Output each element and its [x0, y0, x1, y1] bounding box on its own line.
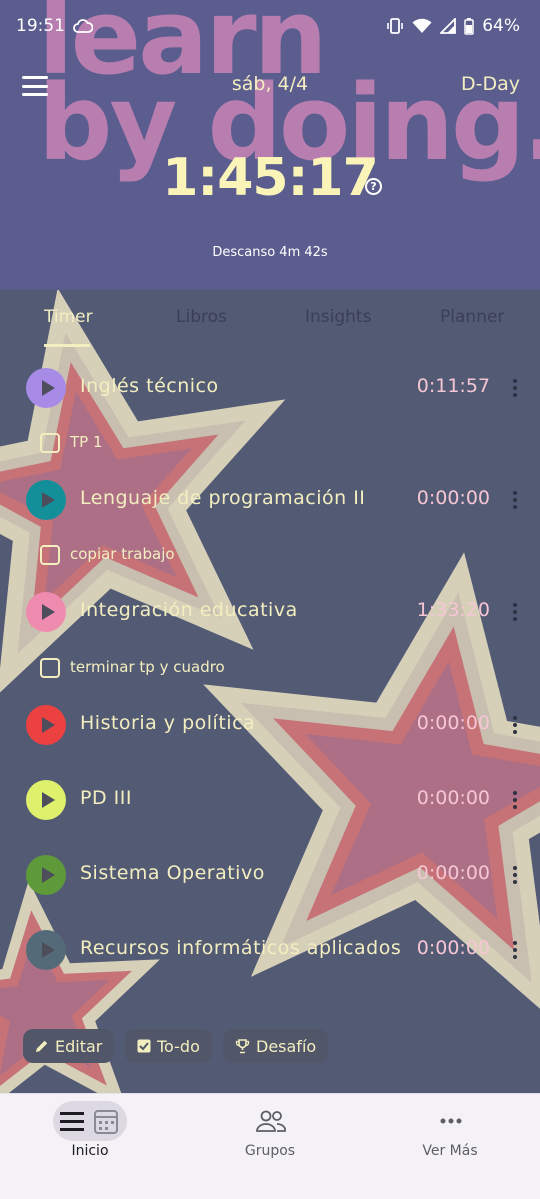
cloud-icon	[73, 19, 93, 33]
edit-label: Editar	[55, 1036, 103, 1056]
nav-label: Inicio	[71, 1143, 109, 1159]
todo-item: terminar tp y cuadro	[0, 653, 540, 683]
todo-checkbox[interactable]	[40, 433, 60, 453]
todo-item: copiar trabajo	[0, 540, 540, 570]
tab-active-indicator	[44, 344, 90, 347]
play-icon[interactable]	[26, 705, 66, 745]
help-icon[interactable]: ?	[365, 178, 382, 195]
battery-level: 64%	[482, 16, 520, 36]
more-options-icon[interactable]	[512, 379, 518, 397]
nav-inicio[interactable]: Inicio	[0, 1094, 180, 1184]
todo-label: TP 1	[70, 433, 103, 451]
group-icon	[256, 1110, 286, 1132]
subject-name: Lenguaje de programación II	[80, 487, 366, 509]
nav-grupos[interactable]: Grupos	[180, 1094, 360, 1184]
subject-name: Historia y política	[80, 712, 256, 734]
subject-row[interactable]: Sistema Operativo 0:00:00	[0, 850, 540, 900]
signal-icon	[440, 18, 457, 34]
play-icon[interactable]	[26, 592, 66, 632]
tab-timer[interactable]: Timer	[44, 307, 93, 327]
more-options-icon[interactable]	[512, 866, 518, 884]
rest-timer: Descanso 4m 42s	[212, 245, 328, 260]
wifi-icon	[412, 18, 432, 33]
challenge-button[interactable]: Desafío	[223, 1029, 329, 1063]
todo-checkbox[interactable]	[40, 545, 60, 565]
list-calendar-icon	[60, 1110, 118, 1134]
subject-name: PD III	[80, 787, 132, 809]
tab-insights[interactable]: Insights	[305, 307, 371, 327]
challenge-label: Desafío	[256, 1036, 317, 1056]
play-icon[interactable]	[26, 855, 66, 895]
subject-name: Integración educativa	[80, 599, 298, 621]
play-icon[interactable]	[26, 480, 66, 520]
current-date: sáb, 4/4	[231, 73, 309, 95]
more-options-icon[interactable]	[512, 716, 518, 734]
dday-button[interactable]: D-Day	[461, 73, 520, 95]
more-options-icon[interactable]	[512, 941, 518, 959]
tab-libros[interactable]: Libros	[176, 307, 227, 327]
subject-row[interactable]: Historia y política 0:00:00	[0, 700, 540, 750]
checkbox-checked-icon	[137, 1039, 151, 1053]
edit-button[interactable]: Editar	[23, 1029, 115, 1063]
subject-time: 0:00:00	[416, 712, 490, 734]
subject-row[interactable]: PD III 0:00:00	[0, 775, 540, 825]
status-bar: 19:51 64%	[0, 0, 540, 52]
todo-label: copiar trabajo	[70, 545, 175, 563]
more-options-icon[interactable]	[512, 603, 518, 621]
more-options-icon[interactable]	[512, 791, 518, 809]
nav-label: Ver Más	[422, 1143, 478, 1159]
subject-row[interactable]: Integración educativa 1:33:20	[0, 587, 540, 637]
play-icon[interactable]	[26, 780, 66, 820]
bottom-navigation: Inicio Grupos Ver Más	[0, 1093, 540, 1199]
battery-icon	[464, 17, 474, 35]
study-clock: 1:45:17	[162, 148, 379, 208]
nav-label: Grupos	[244, 1143, 296, 1159]
subject-time: 0:11:57	[416, 375, 490, 397]
play-icon[interactable]	[26, 930, 66, 970]
todo-item: TP 1	[0, 428, 540, 458]
play-icon[interactable]	[26, 368, 66, 408]
todo-label: terminar tp y cuadro	[70, 658, 225, 676]
subject-name: Recursos informáticos aplicados	[80, 937, 402, 959]
subject-row[interactable]: Recursos informáticos aplicados 0:00:00	[0, 925, 540, 975]
more-options-icon[interactable]	[512, 491, 518, 509]
todo-button[interactable]: To-do	[125, 1029, 212, 1063]
subject-time: 0:00:00	[416, 862, 490, 884]
tab-planner[interactable]: Planner	[440, 307, 504, 327]
trophy-icon	[235, 1038, 250, 1053]
nav-ver-mas[interactable]: Ver Más	[360, 1094, 540, 1184]
subject-name: Sistema Operativo	[80, 862, 265, 884]
subject-time: 0:00:00	[416, 787, 490, 809]
todo-checkbox[interactable]	[40, 658, 60, 678]
tab-bar: Timer Libros Insights Planner	[0, 290, 540, 350]
vibrate-icon	[387, 18, 404, 34]
todo-label: To-do	[157, 1036, 200, 1056]
status-time: 19:51	[16, 16, 65, 36]
header: learn by doing. 19:51 64% sáb, 4/4 D-Day…	[0, 0, 540, 290]
subject-row[interactable]: Lenguaje de programación II 0:00:00	[0, 475, 540, 525]
more-icon	[440, 1118, 462, 1124]
subject-name: Inglés técnico	[80, 375, 219, 397]
subject-time: 0:00:00	[416, 937, 490, 959]
pencil-icon	[36, 1040, 48, 1052]
subject-time: 1:33:20	[416, 599, 490, 621]
subject-row[interactable]: Inglés técnico 0:11:57	[0, 363, 540, 413]
subject-time: 0:00:00	[416, 487, 490, 509]
